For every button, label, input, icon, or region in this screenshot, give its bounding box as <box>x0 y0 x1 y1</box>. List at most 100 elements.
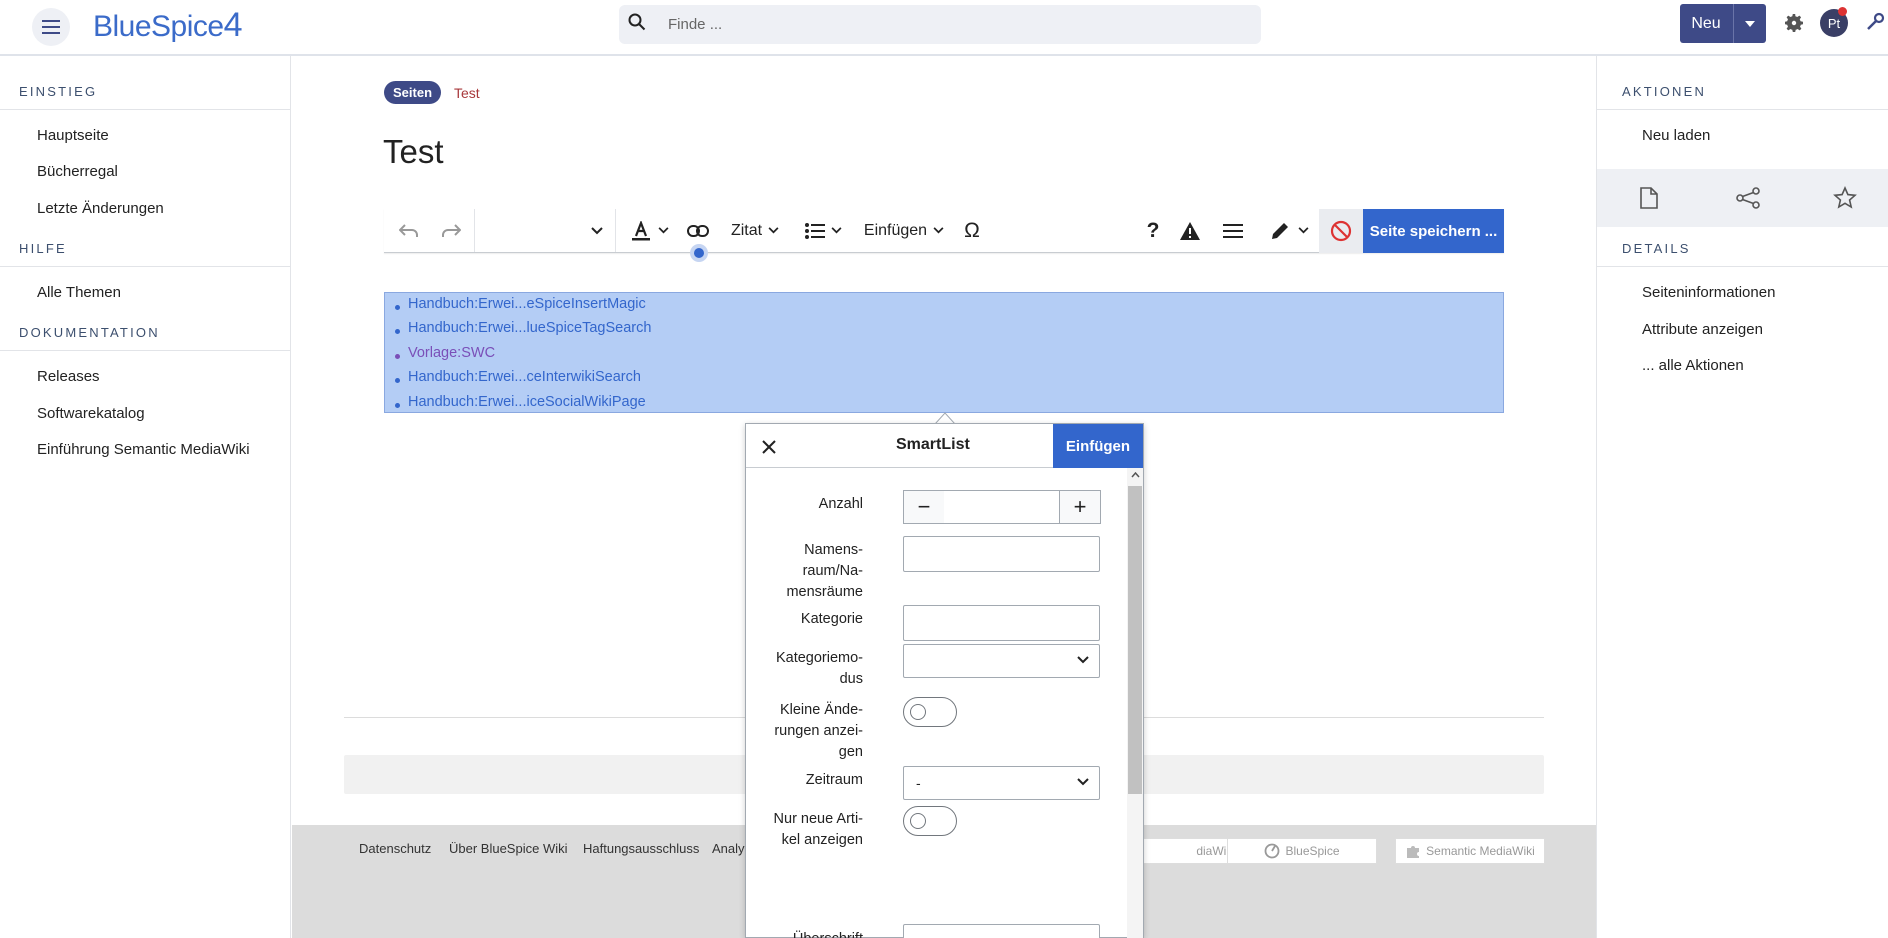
list-item[interactable]: Handbuch:Erwei...lueSpiceTagSearch <box>408 320 651 336</box>
chevron-down-icon <box>831 227 841 234</box>
logo-text: BlueSpice <box>93 10 224 43</box>
hamburger-menu-button[interactable] <box>32 8 70 46</box>
sidebar-section-title: EINSTIEG <box>19 84 98 99</box>
cancel-button[interactable] <box>1319 209 1363 253</box>
new-button[interactable]: Neu <box>1680 4 1766 43</box>
chevron-down-icon <box>768 227 779 234</box>
menu-lines-icon <box>1223 223 1243 238</box>
logo[interactable]: BlueSpice4 <box>93 6 243 45</box>
footer-link-analytics[interactable]: Analy <box>712 841 745 856</box>
attributes-link[interactable]: Attribute anzeigen <box>1642 321 1763 338</box>
warning-button[interactable] <box>1175 209 1205 252</box>
chevron-down-icon <box>658 227 668 234</box>
selected-smartlist-block[interactable]: Handbuch:Erwei...eSpiceInsertMagic Handb… <box>384 292 1504 413</box>
bullet <box>395 403 400 408</box>
edit-mode-dropdown[interactable] <box>1264 209 1314 252</box>
breadcrumb-namespace-badge[interactable]: Seiten <box>384 81 442 104</box>
sidebar-item-letzte-aenderungen[interactable]: Letzte Änderungen <box>37 200 164 217</box>
gear-icon[interactable] <box>1782 11 1806 35</box>
search-icon <box>628 13 646 31</box>
bluespice-logo-icon <box>1265 843 1280 859</box>
chevron-down-icon <box>1077 778 1089 786</box>
dialog-insert-button[interactable]: Einfügen <box>1053 424 1143 468</box>
page-info-link[interactable]: Seiteninformationen <box>1642 284 1775 301</box>
insert-dropdown[interactable]: Einfügen <box>862 209 946 252</box>
redo-button[interactable] <box>436 209 466 252</box>
namespace-input[interactable] <box>903 536 1100 572</box>
sidebar-item-buecherregal[interactable]: Bücherregal <box>37 163 118 180</box>
pencil-icon <box>1271 222 1288 239</box>
new-dropdown-toggle[interactable] <box>1733 4 1766 43</box>
divider <box>1597 266 1888 267</box>
heading-input[interactable] <box>903 924 1100 938</box>
text-style-icon <box>631 220 650 240</box>
footer-link-privacy[interactable]: Datenschutz <box>359 841 431 856</box>
undo-button[interactable] <box>394 209 424 252</box>
footer-link-about[interactable]: Über BlueSpice Wiki <box>449 841 568 856</box>
left-sidebar: EINSTIEG Hauptseite Bücherregal Letzte Ä… <box>0 56 291 938</box>
badge-label: BlueSpice <box>1285 844 1340 858</box>
paragraph-format-dropdown[interactable] <box>475 209 615 252</box>
toggle-knob <box>910 704 926 720</box>
footer-link-disclaimer[interactable]: Haftungsausschluss <box>583 841 699 856</box>
category-mode-select[interactable] <box>903 644 1100 678</box>
smartlist-dialog: SmartList Einfügen Anzahl − + Namens- ra… <box>745 423 1144 938</box>
count-input[interactable] <box>944 490 1060 524</box>
save-page-button[interactable]: Seite speichern ... <box>1363 209 1504 253</box>
avatar-initials: Pt <box>1827 15 1841 31</box>
breadcrumb-page-link[interactable]: Test <box>454 85 480 101</box>
dialog-close-button[interactable] <box>758 436 780 458</box>
wrench-icon[interactable] <box>1864 11 1886 33</box>
link-icon <box>687 224 709 237</box>
new-only-toggle[interactable] <box>903 806 957 836</box>
chevron-down-icon <box>591 226 603 234</box>
undo-icon <box>399 223 418 237</box>
list-dropdown[interactable] <box>798 209 848 252</box>
help-button[interactable]: ? <box>1139 209 1167 252</box>
list-item[interactable]: Handbuch:Erwei...eSpiceInsertMagic <box>408 296 646 312</box>
list-item[interactable]: Handbuch:Erwei...iceSocialWikiPage <box>408 394 646 410</box>
sidebar-item-softwarekatalog[interactable]: Softwarekatalog <box>37 405 145 422</box>
period-select[interactable]: - <box>903 766 1100 800</box>
sidebar-item-hauptseite[interactable]: Hauptseite <box>37 127 109 144</box>
bullet <box>395 354 400 359</box>
bullet <box>395 378 400 383</box>
dialog-scrollbar-thumb[interactable] <box>1128 486 1142 794</box>
sidebar-item-releases[interactable]: Releases <box>37 368 100 385</box>
search-input[interactable] <box>668 5 1248 44</box>
special-character-button[interactable]: Ω <box>958 209 986 252</box>
sidebar-item-semantic-mediawiki[interactable]: Einführung Semantic MediaWiki <box>37 441 250 458</box>
mediawiki-badge[interactable]: diaWiki <box>1132 838 1242 864</box>
share-icon[interactable] <box>1736 187 1760 209</box>
category-input[interactable] <box>903 605 1100 641</box>
increment-button[interactable]: + <box>1059 490 1101 524</box>
semantic-mediawiki-badge[interactable]: Semantic MediaWiki <box>1395 838 1545 864</box>
text-style-dropdown[interactable] <box>624 209 676 252</box>
chevron-down-icon <box>1077 656 1089 664</box>
star-icon[interactable] <box>1833 186 1857 210</box>
page-title: Test <box>383 133 444 170</box>
cursor-handle-dot <box>694 248 704 258</box>
details-title: DETAILS <box>1622 241 1691 256</box>
list-item[interactable]: Vorlage:SWC <box>408 345 495 361</box>
reload-link[interactable]: Neu laden <box>1642 127 1710 144</box>
all-actions-link[interactable]: ... alle Aktionen <box>1642 357 1744 374</box>
help-icon: ? <box>1146 218 1160 242</box>
list-item[interactable]: Handbuch:Erwei...ceInterwikiSearch <box>408 369 641 385</box>
bluespice-badge[interactable]: BlueSpice <box>1227 838 1377 864</box>
minor-changes-toggle[interactable] <box>903 697 957 727</box>
scroll-up-icon[interactable] <box>1131 472 1140 478</box>
chevron-down-icon <box>1298 227 1308 234</box>
sidebar-section-title: HILFE <box>19 241 67 256</box>
page-icon[interactable] <box>1640 187 1658 209</box>
bullet-list-icon <box>804 222 825 239</box>
quote-dropdown[interactable]: Zitat <box>724 209 786 252</box>
page-options-button[interactable] <box>1218 209 1248 252</box>
minor-changes-label: Kleine Ände- rungen anzei- gen <box>774 702 863 760</box>
namespace-label: Namens- raum/Na- mensräume <box>786 542 863 600</box>
puzzle-icon <box>1407 846 1420 858</box>
decrement-button[interactable]: − <box>903 490 945 524</box>
caret-down-icon <box>1745 20 1755 27</box>
heading-label: Überschrift <box>743 929 863 938</box>
sidebar-item-alle-themen[interactable]: Alle Themen <box>37 284 121 301</box>
